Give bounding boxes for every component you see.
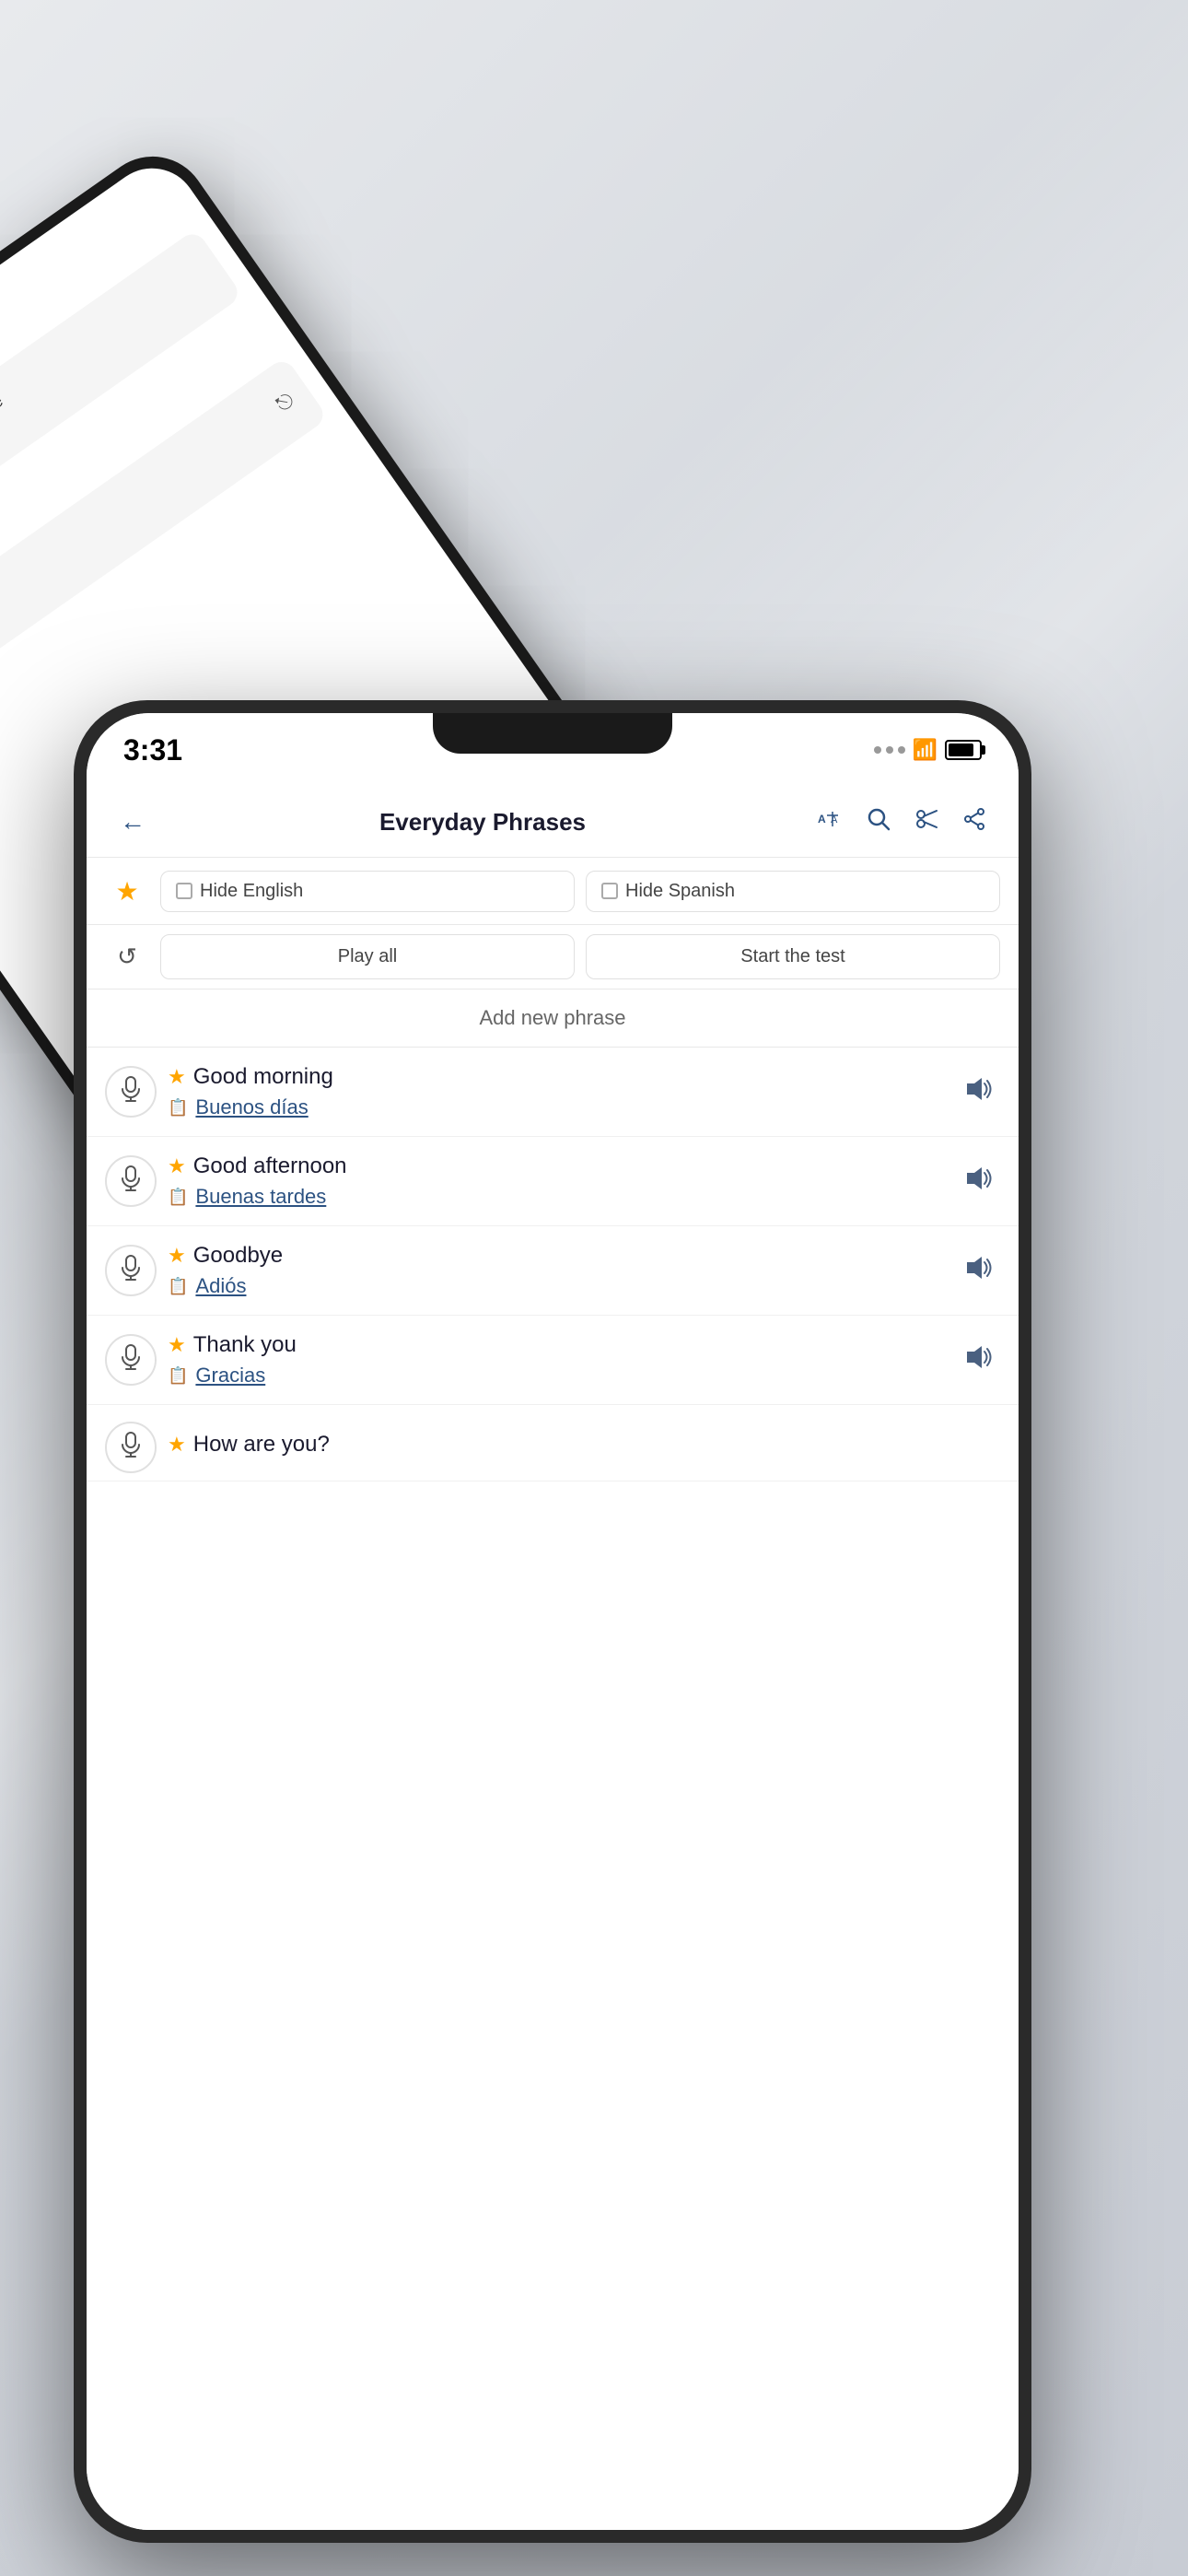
hide-english-label: Hide English <box>200 881 303 902</box>
star-icon: ★ <box>115 876 138 907</box>
status-icons: 📶 <box>874 738 982 762</box>
phrase-spanish-text[interactable]: Gracias <box>195 1364 265 1388</box>
phrase-list: ★ Good morning 📋 Buenos días <box>87 1048 1019 1481</box>
svg-text:A: A <box>831 814 838 825</box>
phone-main: 3:31 📶 ← Everyday Phrases <box>74 700 1031 2543</box>
sound-button[interactable] <box>956 1159 1000 1203</box>
speaker-icon <box>963 1076 993 1108</box>
mic-icon <box>120 1344 142 1376</box>
refresh-icon: ↺ <box>117 943 137 971</box>
phrase-content: ★ How are you? <box>168 1432 1000 1463</box>
back-button[interactable]: ← <box>112 802 153 842</box>
back-arrow-icon: ← <box>120 807 146 837</box>
mic-button[interactable] <box>105 1334 157 1386</box>
scissors-icon <box>914 807 938 837</box>
phrase-spanish-text[interactable]: Buenos días <box>195 1095 308 1119</box>
mic-icon <box>120 1165 142 1198</box>
hide-english-checkbox[interactable] <box>176 883 192 899</box>
hide-english-option[interactable]: Hide English <box>160 871 575 912</box>
phrase-star-icon: ★ <box>168 1433 186 1457</box>
signal-dots <box>874 746 905 754</box>
copy-icon: 📋 <box>168 1277 188 1296</box>
mic-button[interactable] <box>105 1155 157 1207</box>
scissors-button[interactable] <box>908 803 945 840</box>
speaker-icon <box>963 1165 993 1198</box>
svg-text:A: A <box>818 813 826 825</box>
sound-button[interactable] <box>956 1070 1000 1114</box>
copy-icon: 📋 <box>168 1098 188 1118</box>
nav-bar: ← Everyday Phrases A A <box>87 787 1019 858</box>
battery-icon <box>945 740 982 760</box>
action-buttons-group: Play all Start the test <box>160 934 1000 979</box>
phrase-content: ★ Thank you 📋 Gracias <box>168 1332 945 1388</box>
share-button[interactable] <box>956 803 993 840</box>
phrase-star-icon: ★ <box>168 1065 186 1089</box>
mic-icon <box>120 1076 142 1108</box>
favorites-button[interactable]: ★ <box>105 869 149 913</box>
phrase-star-icon: ★ <box>168 1333 186 1357</box>
sound-button[interactable] <box>956 1338 1000 1382</box>
phrase-item: ★ Goodbye 📋 Adiós <box>87 1226 1019 1316</box>
mic-button[interactable] <box>105 1245 157 1296</box>
phrase-item: ★ Thank you 📋 Gracias <box>87 1316 1019 1405</box>
toolbar-row-2: ↺ Play all Start the test <box>87 925 1019 989</box>
share-icon <box>962 807 986 837</box>
add-phrase-row[interactable]: Add new phrase <box>87 989 1019 1048</box>
wifi-icon: 📶 <box>913 738 938 762</box>
phrase-star-icon: ★ <box>168 1154 186 1178</box>
phrase-english-text: Good morning <box>193 1064 333 1090</box>
speaker-icon <box>963 1344 993 1376</box>
mic-icon <box>120 1432 142 1464</box>
phrase-star-icon: ★ <box>168 1244 186 1268</box>
phrase-spanish-text[interactable]: Buenas tardes <box>195 1185 326 1209</box>
nav-actions: A A <box>812 803 993 840</box>
play-all-button[interactable]: Play all <box>160 934 575 979</box>
search-button[interactable] <box>860 803 897 840</box>
refresh-button[interactable]: ↺ <box>105 935 149 979</box>
phrase-english-text: How are you? <box>193 1432 330 1458</box>
hide-spanish-checkbox[interactable] <box>601 883 618 899</box>
mic-button[interactable] <box>105 1066 157 1118</box>
sound-button[interactable] <box>956 1248 1000 1293</box>
hide-spanish-option[interactable]: Hide Spanish <box>586 871 1000 912</box>
phrase-english-text: Good afternoon <box>193 1153 347 1179</box>
mic-icon <box>120 1255 142 1287</box>
phrase-content: ★ Goodbye 📋 Adiós <box>168 1243 945 1298</box>
copy-icon: 📋 <box>168 1188 188 1207</box>
phrase-content: ★ Good afternoon 📋 Buenas tardes <box>168 1153 945 1209</box>
phrase-english-text: Thank you <box>193 1332 297 1358</box>
phrase-item: ★ How are you? <box>87 1405 1019 1481</box>
hide-spanish-label: Hide Spanish <box>625 881 735 902</box>
phrase-spanish-text[interactable]: Adiós <box>195 1274 246 1298</box>
phrase-item: ★ Good morning 📋 Buenos días <box>87 1048 1019 1137</box>
phrase-english-text: Goodbye <box>193 1243 283 1269</box>
start-test-button[interactable]: Start the test <box>586 934 1000 979</box>
translate-icon: A A <box>818 808 844 837</box>
phrase-content: ★ Good morning 📋 Buenos días <box>168 1064 945 1119</box>
copy-icon: 📋 <box>168 1366 188 1386</box>
add-phrase-label: Add new phrase <box>480 1006 626 1029</box>
status-bar: 3:31 📶 <box>87 713 1019 787</box>
visibility-options: Hide English Hide Spanish <box>160 871 1000 912</box>
notch <box>433 713 672 754</box>
toolbar-row-1: ★ Hide English Hide Spanish <box>87 858 1019 925</box>
nav-title: Everyday Phrases <box>153 808 812 837</box>
speaker-icon <box>963 1255 993 1287</box>
mic-button[interactable] <box>105 1422 157 1473</box>
search-icon <box>867 807 891 837</box>
phrase-item: ★ Good afternoon 📋 Buenas tardes <box>87 1137 1019 1226</box>
translate-button[interactable]: A A <box>812 803 849 840</box>
status-time: 3:31 <box>123 733 182 767</box>
